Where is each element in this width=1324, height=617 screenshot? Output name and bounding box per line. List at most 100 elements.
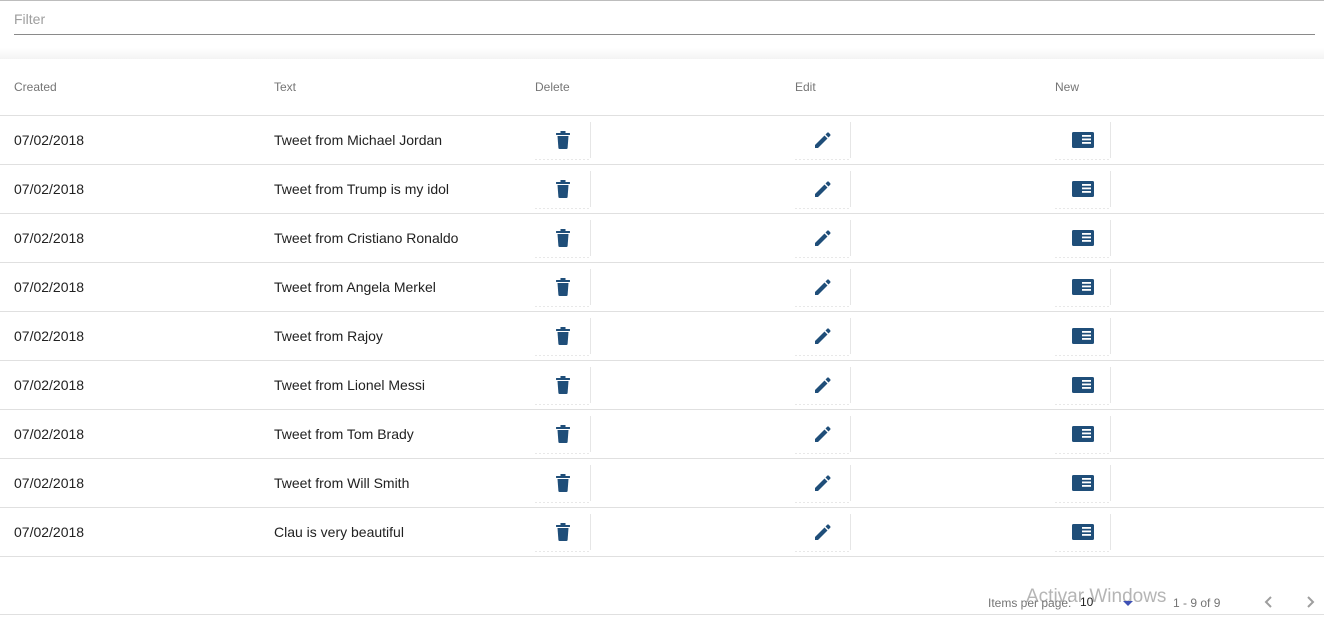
pencil-icon	[814, 229, 832, 247]
edit-button[interactable]	[795, 514, 851, 552]
text-cell: Tweet from Trump is my idol	[274, 181, 450, 197]
new-card-icon	[1071, 181, 1094, 197]
new-button[interactable]	[1055, 318, 1111, 356]
range-label: 1 - 9 of 9	[1173, 596, 1221, 610]
previous-page-button[interactable]	[1256, 589, 1282, 615]
new-card-icon	[1071, 132, 1094, 148]
paginator: Items per page: 10 1 - 9 of 9	[0, 585, 1324, 617]
pencil-icon	[814, 278, 832, 296]
filter-field[interactable]	[14, 6, 1315, 35]
delete-icon	[555, 474, 571, 492]
new-card-icon	[1071, 426, 1094, 442]
new-card-icon	[1071, 230, 1094, 246]
new-card-icon	[1071, 377, 1094, 393]
created-cell: 07/02/2018	[14, 377, 85, 393]
created-cell: 07/02/2018	[14, 426, 85, 442]
created-cell: 07/02/2018	[14, 181, 85, 197]
created-cell: 07/02/2018	[14, 328, 85, 344]
delete-icon	[555, 229, 571, 247]
text-cell: Clau is very beautiful	[274, 524, 404, 540]
new-button[interactable]	[1055, 367, 1111, 405]
table-body: 07/02/2018 Tweet from Michael Jordan 07/02…	[0, 116, 1324, 557]
top-divider	[0, 0, 1324, 1]
delete-button[interactable]	[535, 367, 591, 405]
delete-button[interactable]	[535, 220, 591, 258]
page-size-value: 10	[1080, 595, 1094, 609]
edit-button[interactable]	[795, 416, 851, 454]
edit-button[interactable]	[795, 171, 851, 209]
header-text[interactable]: Text	[274, 80, 296, 94]
table-row: 07/02/2018 Tweet from Will Smith	[0, 459, 1324, 508]
header-new: New	[1055, 80, 1080, 94]
edit-button[interactable]	[795, 220, 851, 258]
table-row: 07/02/2018 Tweet from Cristiano Ronaldo	[0, 214, 1324, 263]
new-card-icon	[1071, 279, 1094, 295]
pencil-icon	[814, 327, 832, 345]
delete-button[interactable]	[535, 269, 591, 307]
text-cell: Tweet from Tom Brady	[274, 426, 414, 442]
delete-icon	[555, 523, 571, 541]
edit-button[interactable]	[795, 367, 851, 405]
header-delete: Delete	[535, 80, 570, 94]
delete-button[interactable]	[535, 416, 591, 454]
new-card-icon	[1071, 524, 1094, 540]
text-cell: Tweet from Cristiano Ronaldo	[274, 230, 459, 246]
pencil-icon	[814, 180, 832, 198]
delete-button[interactable]	[535, 171, 591, 209]
new-button[interactable]	[1055, 220, 1111, 258]
table-row: 07/02/2018 Tweet from Lionel Messi	[0, 361, 1324, 410]
new-button[interactable]	[1055, 416, 1111, 454]
created-cell: 07/02/2018	[14, 475, 85, 491]
delete-button[interactable]	[535, 318, 591, 356]
chevron-right-icon	[1307, 596, 1315, 608]
pencil-icon	[814, 425, 832, 443]
table-row: 07/02/2018 Tweet from Trump is my idol	[0, 165, 1324, 214]
header-created[interactable]: Created	[14, 80, 57, 94]
page-size-select[interactable]: 10	[1080, 592, 1136, 614]
table-header-row: Created Text Delete Edit New	[0, 59, 1324, 116]
delete-icon	[555, 278, 571, 296]
edit-button[interactable]	[795, 122, 851, 160]
delete-icon	[555, 131, 571, 149]
created-cell: 07/02/2018	[14, 279, 85, 295]
items-per-page-label: Items per page:	[988, 596, 1072, 610]
next-page-button[interactable]	[1297, 589, 1323, 615]
tweets-page: Created Text Delete Edit New 07/02/2018 T…	[0, 0, 1324, 617]
delete-icon	[555, 180, 571, 198]
table-row: 07/02/2018 Tweet from Rajoy	[0, 312, 1324, 361]
edit-button[interactable]	[795, 465, 851, 503]
delete-icon	[555, 376, 571, 394]
text-cell: Tweet from Rajoy	[274, 328, 383, 344]
table-row: 07/02/2018 Tweet from Tom Brady	[0, 410, 1324, 459]
tweets-table: Created Text Delete Edit New 07/02/2018 T…	[0, 59, 1324, 557]
new-button[interactable]	[1055, 465, 1111, 503]
delete-button[interactable]	[535, 465, 591, 503]
table-row: 07/02/2018 Tweet from Michael Jordan	[0, 116, 1324, 165]
pencil-icon	[814, 376, 832, 394]
pencil-icon	[814, 131, 832, 149]
text-cell: Tweet from Angela Merkel	[274, 279, 436, 295]
header-edit: Edit	[795, 80, 816, 94]
new-card-icon	[1071, 328, 1094, 344]
edit-button[interactable]	[795, 318, 851, 356]
delete-icon	[555, 327, 571, 345]
delete-icon	[555, 425, 571, 443]
filter-input[interactable]	[14, 6, 1315, 32]
new-button[interactable]	[1055, 514, 1111, 552]
delete-button[interactable]	[535, 514, 591, 552]
new-button[interactable]	[1055, 171, 1111, 209]
new-card-icon	[1071, 475, 1094, 491]
text-cell: Tweet from Michael Jordan	[274, 132, 443, 148]
table-row: 07/02/2018 Clau is very beautiful	[0, 508, 1324, 557]
new-button[interactable]	[1055, 269, 1111, 307]
new-button[interactable]	[1055, 122, 1111, 160]
text-cell: Tweet from Lionel Messi	[274, 377, 425, 393]
created-cell: 07/02/2018	[14, 132, 85, 148]
created-cell: 07/02/2018	[14, 230, 85, 246]
pencil-icon	[814, 474, 832, 492]
chevron-left-icon	[1264, 596, 1272, 608]
delete-button[interactable]	[535, 122, 591, 160]
table-row: 07/02/2018 Tweet from Angela Merkel	[0, 263, 1324, 312]
pencil-icon	[814, 523, 832, 541]
edit-button[interactable]	[795, 269, 851, 307]
